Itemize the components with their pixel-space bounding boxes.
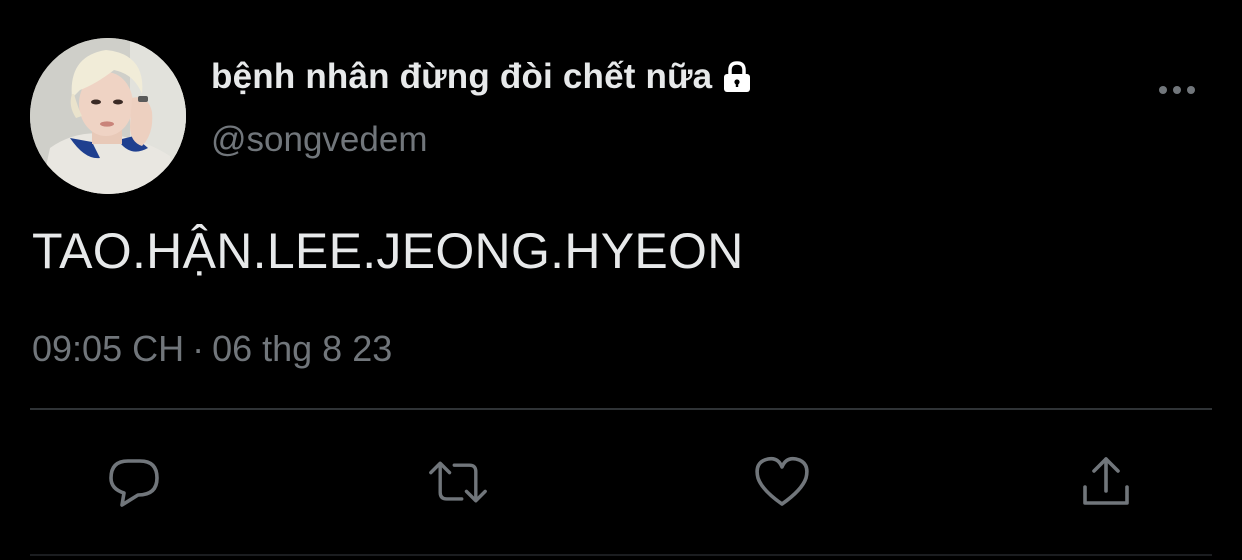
author-handle[interactable]: @songvedem [211,120,427,160]
avatar-image [30,38,186,194]
retweet-icon [429,461,487,503]
bottom-divider [30,554,1212,556]
lock-icon [718,58,756,96]
tweet-text: TAO.HẬN.LEE.JEONG.HYEON [32,223,744,279]
display-name[interactable]: bệnh nhân đừng đòi chết nữa [211,57,712,97]
meta-separator: · [192,328,205,369]
avatar[interactable] [30,38,186,194]
tweet-timestamp[interactable]: 09:05 CH · 06 thg 8 23 [32,328,392,370]
more-options-button[interactable] [1154,74,1200,106]
tweet-time: 09:05 CH [32,328,185,369]
author-name-row[interactable]: bệnh nhân đừng đòi chết nữa [211,54,756,100]
reply-icon [109,459,159,507]
more-horizontal-icon [1159,86,1195,94]
divider [30,408,1212,410]
reply-button[interactable] [104,452,164,512]
share-button[interactable] [1076,452,1136,512]
retweet-button[interactable] [428,452,488,512]
share-icon [1083,457,1129,505]
tweet-date: 06 thg 8 23 [212,328,393,369]
like-button[interactable] [752,452,812,512]
heart-icon [755,456,809,506]
